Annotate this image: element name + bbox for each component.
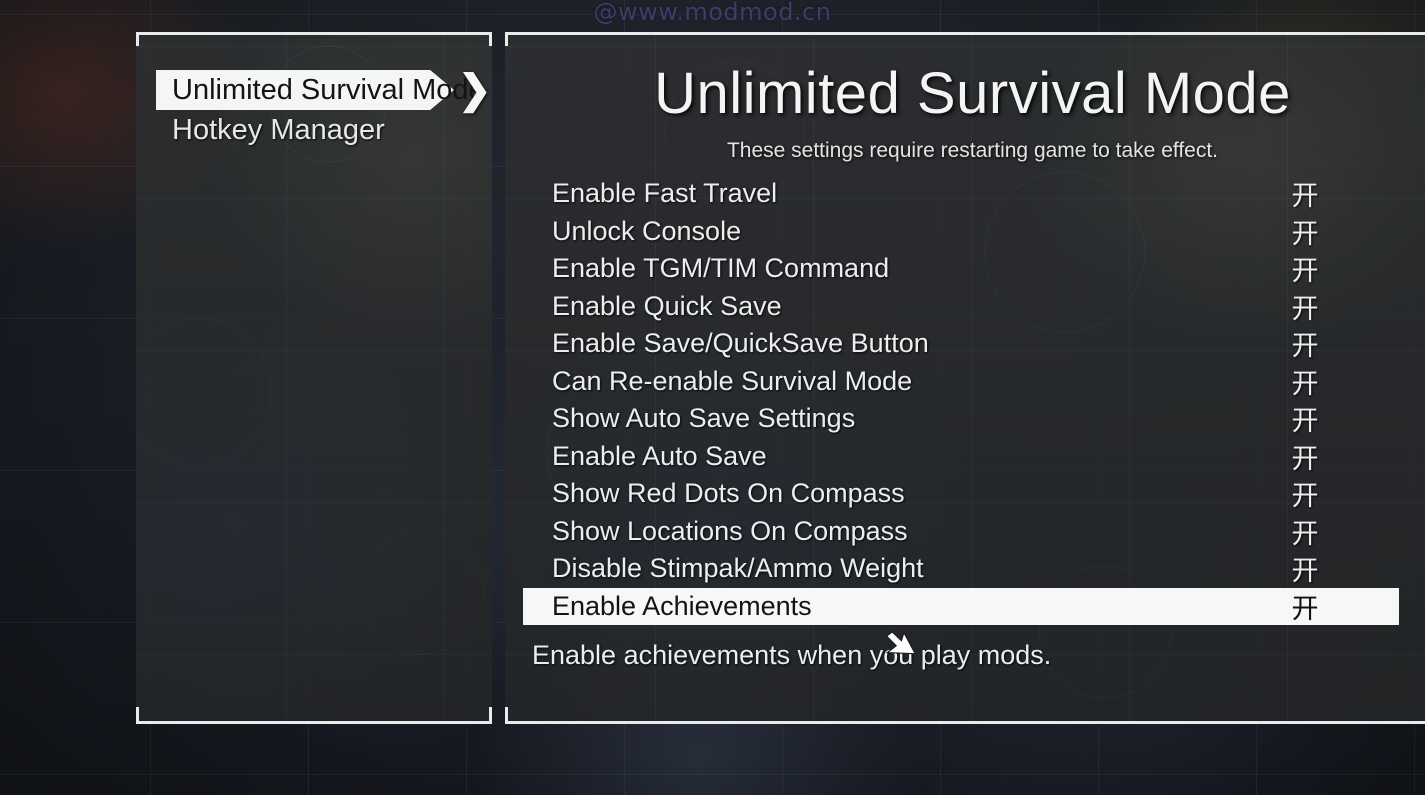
setting-value-toggle[interactable]: 开 [1265, 399, 1345, 438]
setting-row[interactable]: Enable Quick Save 开 [505, 288, 1425, 326]
setting-value-toggle[interactable]: 开 [1265, 249, 1345, 288]
setting-value-toggle[interactable]: 开 [1265, 549, 1345, 588]
setting-row[interactable]: Show Auto Save Settings 开 [505, 400, 1425, 438]
chevron-right-icon: ❯ [458, 68, 492, 112]
setting-label: Show Locations On Compass [552, 515, 908, 546]
site-watermark: @www.modmod.cn [593, 0, 832, 26]
setting-label: Enable Achievements [552, 590, 812, 621]
setting-description: Enable achievements when you play mods. [532, 640, 1052, 670]
setting-label: Enable Save/QuickSave Button [552, 328, 929, 359]
game-settings-screen: @www.modmod.cn Unlimited Survival Mode ❯… [0, 0, 1425, 795]
setting-row[interactable]: Enable Save/QuickSave Button 开 [505, 325, 1425, 363]
sidebar-item-hotkey-manager[interactable]: Hotkey Manager [136, 110, 492, 150]
setting-row[interactable]: Enable Auto Save 开 [505, 438, 1425, 476]
setting-row[interactable]: Show Locations On Compass 开 [505, 513, 1425, 551]
page-title: Unlimited Survival Mode [654, 61, 1291, 126]
setting-label: Show Auto Save Settings [552, 403, 856, 434]
setting-row[interactable]: Enable TGM/TIM Command 开 [505, 250, 1425, 288]
sidebar-item-label: Hotkey Manager [172, 113, 385, 146]
sidebar-item-label: Unlimited Survival Mode [172, 73, 485, 106]
settings-list: Enable Fast Travel 开 Unlock Console 开 Enable… [505, 175, 1425, 625]
setting-label: Enable Quick Save [552, 290, 782, 321]
setting-label: Can Re-enable Survival Mode [552, 365, 913, 396]
setting-row[interactable]: Enable Achievements 开 [505, 587, 1425, 626]
setting-value-toggle[interactable]: 开 [1265, 212, 1345, 251]
setting-label: Enable TGM/TIM Command [552, 253, 890, 284]
setting-label: Disable Stimpak/Ammo Weight [552, 553, 924, 584]
setting-value-toggle[interactable]: 开 [1265, 174, 1345, 213]
setting-label: Enable Auto Save [552, 440, 767, 471]
setting-value-toggle[interactable]: 开 [1265, 437, 1345, 476]
setting-label: Show Red Dots On Compass [552, 478, 905, 509]
setting-label: Enable Fast Travel [552, 178, 778, 209]
setting-value-toggle[interactable]: 开 [1265, 474, 1345, 513]
setting-row[interactable]: Disable Stimpak/Ammo Weight 开 [505, 550, 1425, 588]
setting-value-toggle[interactable]: 开 [1265, 324, 1345, 363]
settings-panel: Unlimited Survival Mode These settings r… [505, 32, 1425, 724]
sidebar-item-unlimited-survival-mode[interactable]: Unlimited Survival Mode ❯ [136, 68, 492, 112]
setting-row[interactable]: Unlock Console 开 [505, 213, 1425, 251]
setting-value-toggle[interactable]: 开 [1265, 287, 1345, 326]
setting-row[interactable]: Can Re-enable Survival Mode 开 [505, 363, 1425, 401]
setting-label: Unlock Console [552, 215, 742, 246]
setting-row[interactable]: Show Red Dots On Compass 开 [505, 475, 1425, 513]
page-subtitle: These settings require restarting game t… [726, 139, 1219, 162]
setting-row[interactable]: Enable Fast Travel 开 [505, 175, 1425, 213]
setting-value-toggle[interactable]: 开 [1265, 512, 1345, 551]
mod-list-panel: Unlimited Survival Mode ❯ Hotkey Manager [136, 32, 492, 724]
sidebar-nav: Unlimited Survival Mode ❯ Hotkey Manager [136, 32, 492, 150]
setting-value-toggle[interactable]: 开 [1265, 362, 1345, 401]
setting-value-toggle[interactable]: 开 [1265, 587, 1345, 626]
settings-content: Unlimited Survival Mode These settings r… [505, 32, 1425, 724]
